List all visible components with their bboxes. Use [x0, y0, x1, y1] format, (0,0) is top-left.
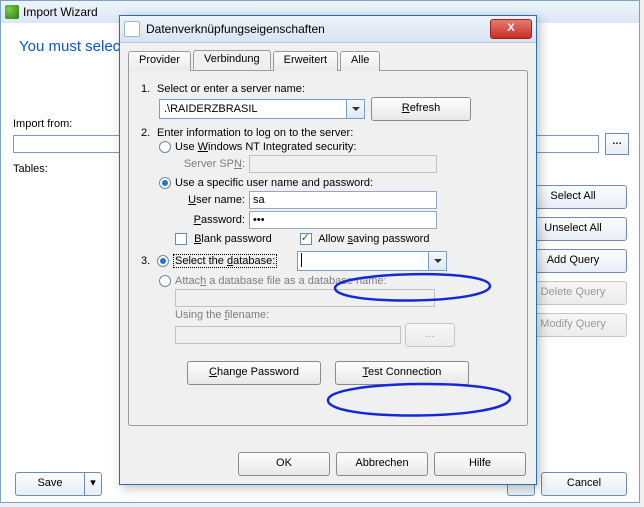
blank-password-check-wrap[interactable]: Blank password	[175, 233, 272, 245]
filename-browse-button: ...	[405, 323, 455, 347]
allow-save-label: Allow saving password	[318, 233, 429, 245]
select-db-label: Select the database:	[173, 254, 277, 268]
use-nt-label: Use Windows NT Integrated security:	[175, 141, 356, 153]
server-name-value: .\RAIDERZBRASIL	[164, 103, 258, 115]
import-wizard-title: Import Wizard	[23, 5, 98, 19]
test-connection-button[interactable]: Test Connection	[335, 361, 469, 385]
server-spn-label: Server SPN:	[175, 158, 245, 170]
datalink-properties-dialog: Datenverknüpfungseigenschaften X Provide…	[119, 15, 537, 485]
browse-button[interactable]: …	[605, 133, 629, 155]
step1-label: Select or enter a server name:	[157, 83, 305, 95]
attach-name-input	[175, 289, 435, 307]
chevron-down-icon[interactable]	[346, 100, 364, 118]
blank-password-check[interactable]	[175, 233, 187, 245]
cancel-dialog-button[interactable]: Abbrechen	[336, 452, 428, 476]
tab-erweitert[interactable]: Erweitert	[273, 51, 338, 71]
step2-num: 2.	[141, 127, 157, 139]
import-from-label: Import from:	[13, 118, 72, 130]
tab-strip: Provider Verbindung Erweitert Alle	[128, 50, 528, 70]
filename-input	[175, 326, 401, 344]
server-spn-input	[249, 155, 437, 173]
tables-label: Tables:	[13, 163, 48, 175]
tab-alle[interactable]: Alle	[340, 51, 380, 71]
step2-label: Enter information to log on to the serve…	[157, 127, 353, 139]
step1-num: 1.	[141, 83, 157, 95]
allow-save-check[interactable]	[300, 233, 312, 245]
database-combo[interactable]	[297, 251, 447, 271]
password-input[interactable]	[249, 211, 437, 229]
ok-button[interactable]: OK	[238, 452, 330, 476]
step3-num: 3.	[141, 255, 157, 267]
cancel-button[interactable]: Cancel	[541, 472, 627, 496]
use-nt-radio[interactable]	[159, 141, 171, 153]
dialog-icon	[124, 21, 140, 37]
save-button[interactable]: Save	[15, 472, 85, 496]
username-label: User name:	[175, 194, 245, 206]
dialog-button-row: OK Abbrechen Hilfe	[238, 452, 526, 476]
username-input[interactable]	[249, 191, 437, 209]
save-split-button[interactable]: Save ▾	[15, 472, 102, 496]
server-name-combo[interactable]: .\RAIDERZBRASIL	[159, 99, 365, 119]
select-db-radio[interactable]	[157, 255, 169, 267]
import-wizard-icon	[5, 5, 19, 19]
caret-icon	[301, 253, 302, 267]
using-file-label: Using the filename:	[175, 309, 269, 321]
attach-db-label: Attach a database file as a database nam…	[175, 275, 387, 287]
tab-page-verbindung: 1. Select or enter a server name: .\RAID…	[128, 70, 528, 426]
attach-db-radio[interactable]	[159, 275, 171, 287]
use-specific-label: Use a specific user name and password:	[175, 177, 373, 189]
password-label: Password:	[175, 214, 245, 226]
dialog-title: Datenverknüpfungseigenschaften	[146, 22, 325, 36]
allow-save-check-wrap[interactable]: Allow saving password	[300, 233, 430, 245]
dialog-titlebar: Datenverknüpfungseigenschaften X	[120, 16, 536, 43]
tab-verbindung[interactable]: Verbindung	[193, 50, 271, 70]
blank-password-label: Blank password	[194, 233, 272, 245]
help-button[interactable]: Hilfe	[434, 452, 526, 476]
change-password-button[interactable]: Change Password	[187, 361, 321, 385]
refresh-button[interactable]: Refresh	[371, 97, 471, 121]
wizard-message: You must selec	[19, 38, 120, 55]
chevron-down-icon[interactable]	[428, 252, 446, 270]
close-button[interactable]: X	[490, 19, 532, 39]
save-dropdown-button[interactable]: ▾	[85, 472, 102, 496]
use-specific-radio[interactable]	[159, 177, 171, 189]
tab-provider[interactable]: Provider	[128, 51, 191, 71]
